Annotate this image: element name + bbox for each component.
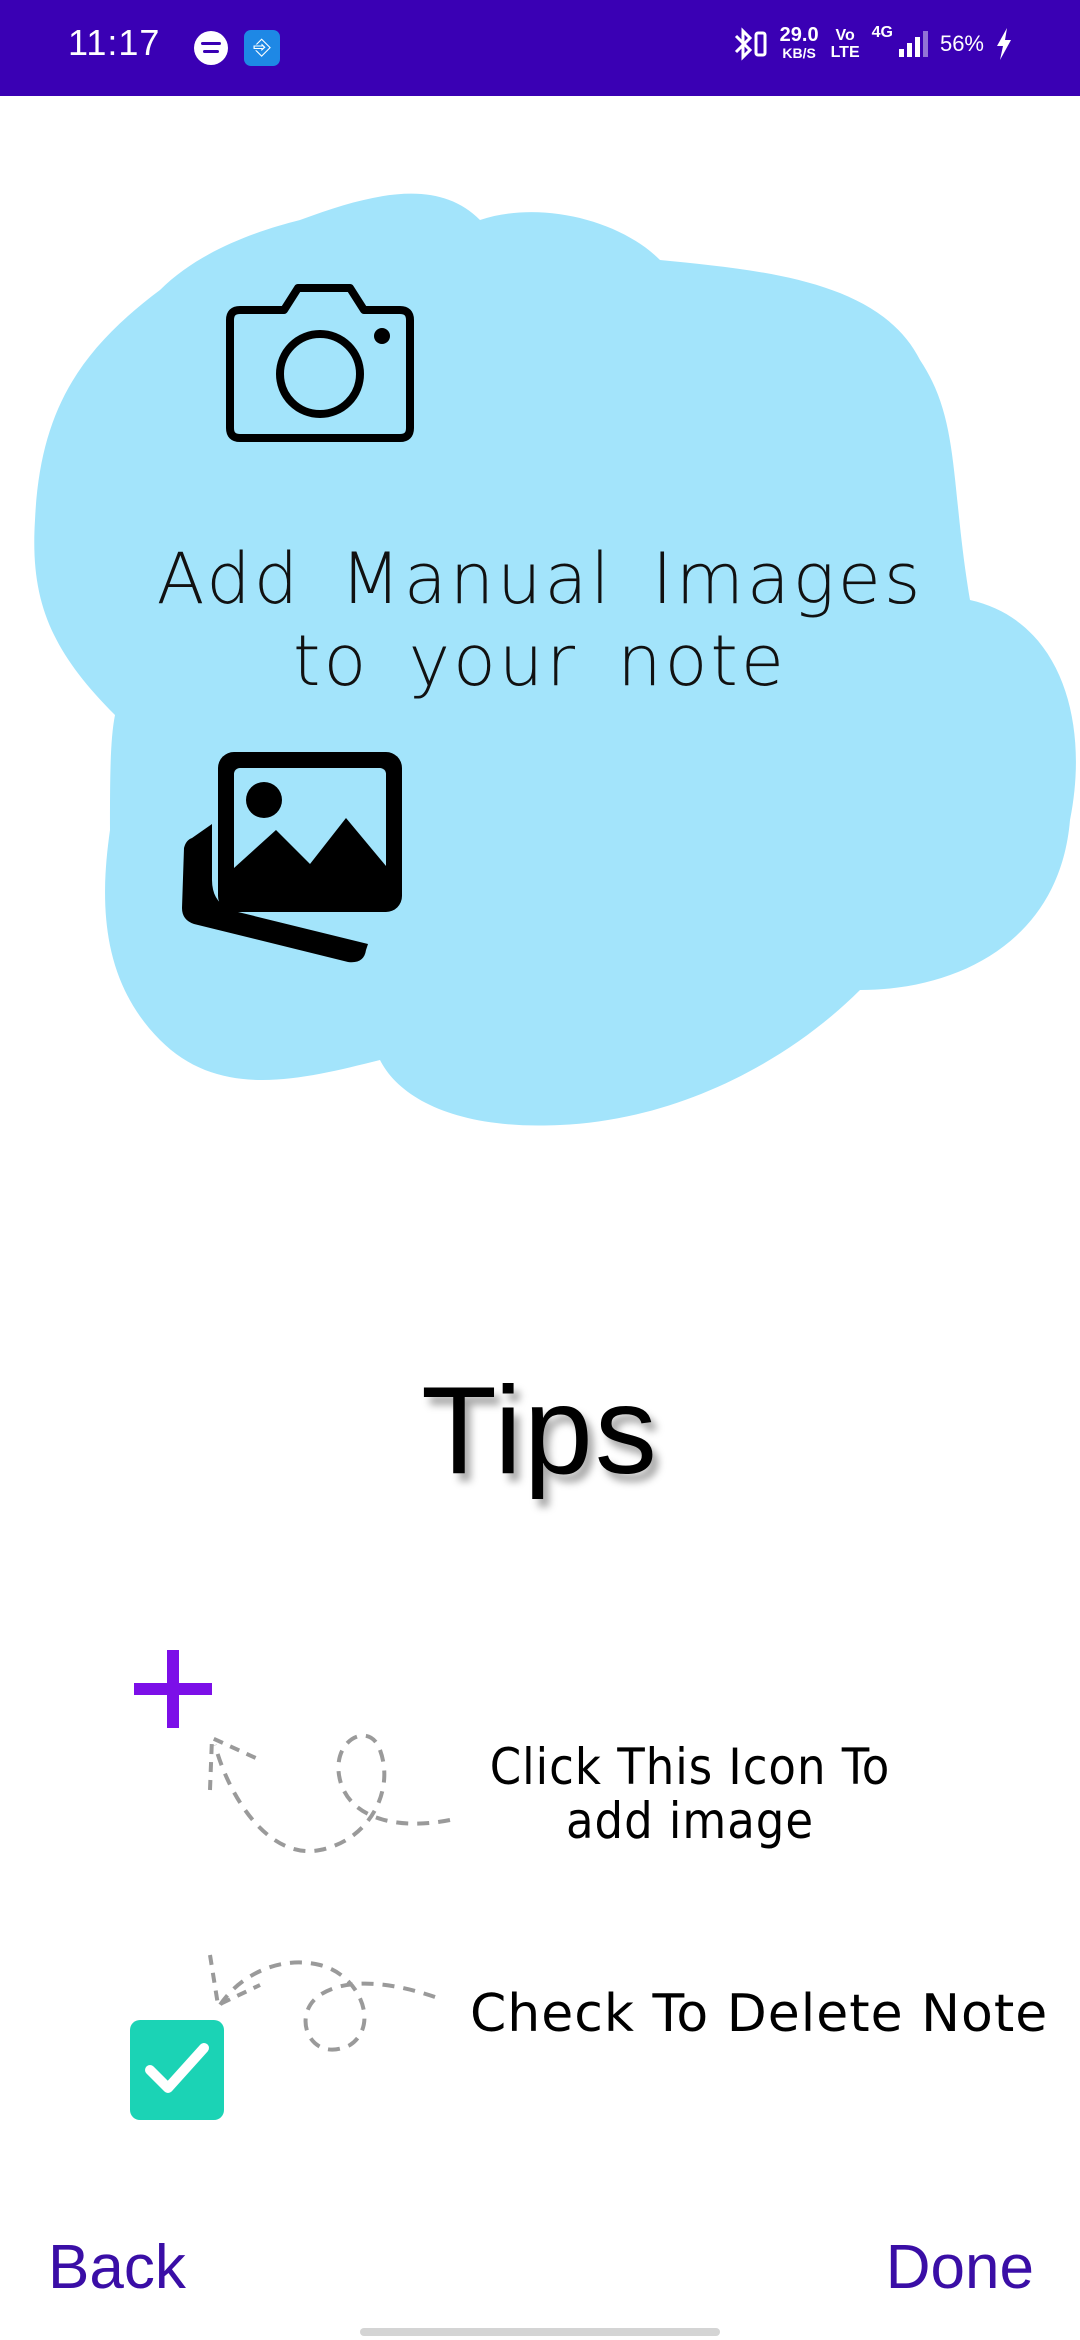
tips-heading: Tips bbox=[421, 1362, 659, 1500]
status-time: 11:17 bbox=[68, 22, 161, 63]
network-speed: 29.0 KB/S bbox=[779, 24, 819, 62]
home-indicator[interactable] bbox=[360, 2328, 720, 2336]
tip-add-image-text: Click This Icon To add image bbox=[489, 1738, 891, 1850]
signal-icon bbox=[898, 31, 928, 57]
camera-icon bbox=[226, 284, 414, 442]
volte-bottom: LTE bbox=[830, 44, 860, 61]
speed-unit: KB/S bbox=[782, 45, 816, 61]
back-button[interactable]: Back bbox=[48, 2232, 186, 2303]
bluetooth-icon bbox=[734, 27, 767, 61]
charging-icon bbox=[997, 28, 1011, 60]
usb-icon: ⎆ bbox=[244, 30, 280, 66]
dashed-arrow-icon bbox=[208, 1733, 451, 1854]
volte-top: Vo bbox=[835, 27, 855, 44]
status-indicators: 29.0 KB/S Vo LTE 4G 56% bbox=[732, 24, 1012, 64]
tip-delete-note-text: Check To Delete Note bbox=[470, 1984, 1049, 2044]
volte-indicator: Vo LTE bbox=[831, 27, 860, 61]
illustration-title: Add Manual Images to your note bbox=[156, 538, 924, 702]
spotify-icon bbox=[194, 31, 228, 65]
gallery-icon bbox=[182, 752, 402, 963]
battery-level: 56% bbox=[939, 31, 984, 56]
speed-value: 29.0 bbox=[779, 24, 819, 46]
dashed-arrow-icon bbox=[208, 1954, 436, 2052]
done-button[interactable]: Done bbox=[886, 2232, 1034, 2303]
status-bar: 11:17 ⎆ 29.0 KB/S Vo LTE 4G 56% bbox=[0, 0, 1080, 96]
network-type: 4G bbox=[871, 24, 893, 41]
checkbox-icon bbox=[130, 2020, 224, 2120]
